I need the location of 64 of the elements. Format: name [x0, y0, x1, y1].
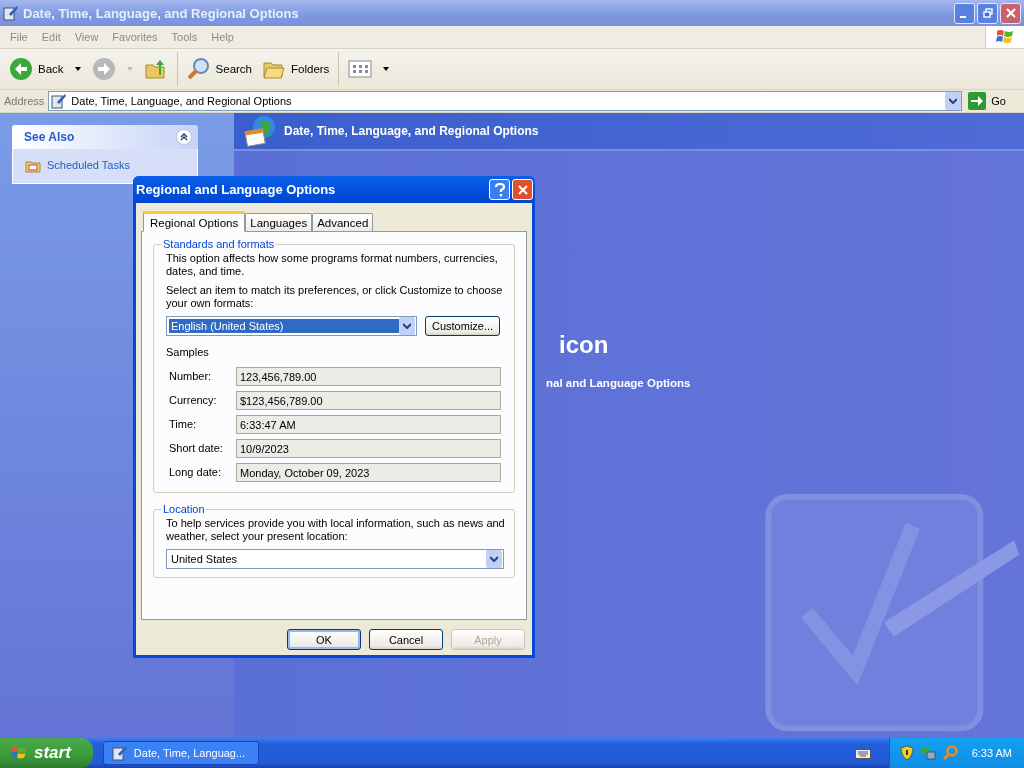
task-heading: icon — [559, 331, 610, 359]
window-title: Date, Time, Language, and Regional Options — [23, 5, 300, 21]
description-text: To help services provide you with local information, such as news and weather, select your present location: — [166, 517, 506, 543]
taskbar-button[interactable]: Date, Time, Languag... — [102, 741, 259, 765]
control-panel-icon — [51, 93, 68, 109]
sample-label: Currency: — [168, 394, 218, 406]
network-icon[interactable] — [919, 745, 936, 761]
restore-button[interactable] — [977, 2, 998, 24]
sample-value-field: 123,456,789.00 — [236, 366, 501, 386]
sample-label: Long date: — [168, 466, 222, 478]
chevron-down-icon — [949, 98, 958, 104]
search-button[interactable]: Search — [183, 55, 255, 83]
back-button[interactable]: Back — [6, 55, 67, 83]
sample-value-field: 10/9/2023 — [236, 438, 501, 458]
dropdown-button[interactable] — [945, 92, 962, 110]
chevron-down-icon — [403, 323, 411, 329]
views-icon[interactable] — [348, 59, 373, 79]
collapse-icon[interactable] — [176, 129, 192, 145]
sample-value-field: Monday, October 09, 2023 — [236, 462, 501, 482]
format-dropdown[interactable]: English (United States) — [166, 316, 417, 336]
shield-icon[interactable] — [899, 745, 914, 761]
restore-icon — [982, 8, 993, 18]
dialog-button[interactable]: OK — [287, 629, 361, 650]
dialog-button[interactable]: Cancel — [369, 629, 443, 650]
close-button[interactable] — [1000, 2, 1021, 24]
description-text: This option affects how some programs format numbers, currencies, dates, and time. — [166, 252, 499, 278]
sample-label: Short date: — [168, 442, 224, 454]
dropdown-arrow-icon[interactable] — [74, 67, 81, 71]
sample-label: Number: — [168, 370, 213, 382]
sample-label: Time: — [168, 418, 198, 430]
location-dropdown[interactable]: United States — [166, 549, 504, 569]
dropdown-button[interactable] — [399, 317, 415, 335]
address-label: Address — [4, 95, 45, 107]
customize-button[interactable]: Customize... — [425, 316, 501, 336]
category-title: Date, Time, Language, and Regional Options — [284, 124, 539, 138]
tab[interactable]: Languages — [245, 213, 313, 231]
dropdown-arrow-icon[interactable] — [383, 67, 390, 71]
minimize-button[interactable] — [954, 2, 975, 24]
chevron-down-icon — [490, 556, 498, 562]
group-title: Location — [162, 503, 206, 515]
close-icon — [1005, 8, 1016, 18]
dialog-title: Regional and Language Options — [136, 182, 337, 197]
scheduled-tasks-link[interactable]: Scheduled Tasks — [47, 159, 130, 171]
tab[interactable]: Regional Options — [143, 211, 246, 232]
task-link[interactable]: nal and Language Options — [546, 377, 1024, 389]
folders-button[interactable]: Folders — [259, 55, 333, 83]
minimize-icon — [959, 16, 966, 18]
tab[interactable]: Advanced — [312, 213, 374, 231]
dropdown-button[interactable] — [486, 550, 502, 568]
clock: 6:33 AM — [971, 747, 1012, 759]
address-field[interactable]: Date, Time, Language, and Regional Options — [48, 91, 963, 111]
sample-value-field: $123,456,789.00 — [236, 390, 501, 410]
control-panel-icon — [111, 745, 128, 761]
keyboard-icon[interactable] — [854, 747, 871, 759]
go-button[interactable]: Go — [966, 92, 1020, 110]
panel-title: See Also — [24, 130, 75, 144]
sample-value-field: 6:33:47 AM — [236, 414, 501, 434]
globe-calendar-icon — [244, 114, 278, 148]
samples-label: Samples — [166, 346, 210, 358]
search-icon — [186, 57, 211, 81]
instruction-text: Select an item to match its preferences, or click Customize to choose your own formats: — [166, 284, 504, 310]
close-icon — [517, 184, 528, 195]
group-title: Standards and formats — [162, 238, 276, 250]
control-panel-icon — [3, 5, 19, 21]
